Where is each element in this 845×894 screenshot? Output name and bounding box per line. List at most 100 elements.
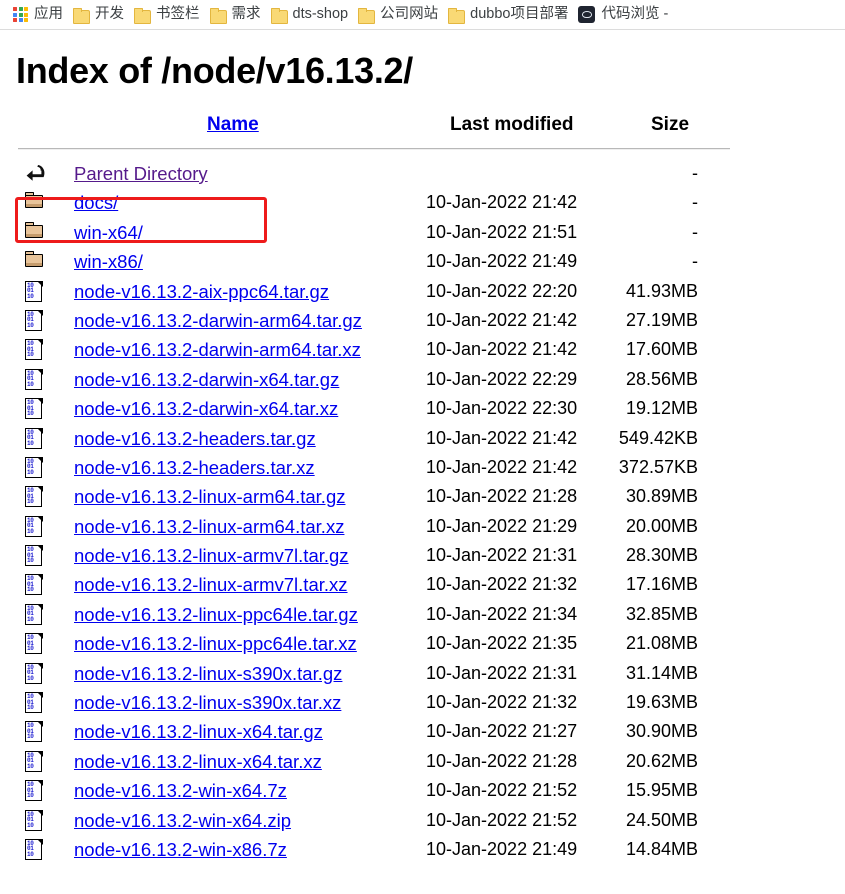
- listing-row: 10 01 10 node-v16.13.2-linux-x64.tar.gz 10-J…: [0, 717, 845, 746]
- folder-glyph: [24, 221, 46, 241]
- binary-file-icon: 10 01 10: [24, 485, 46, 508]
- entry-link[interactable]: node-v16.13.2-linux-s390x.tar.xz: [74, 688, 341, 717]
- entry-link[interactable]: win-x86/: [74, 247, 143, 276]
- binary-file-icon: 10 01 10: [24, 779, 46, 802]
- header-divider: [18, 148, 730, 150]
- listing-row: 10 01 10 node-v16.13.2-linux-armv7l.tar.gz 1…: [0, 541, 845, 570]
- entry-size: 21.08MB: [625, 633, 698, 654]
- entry-link[interactable]: node-v16.13.2-linux-x64.tar.xz: [74, 747, 322, 776]
- bookmark-item-6[interactable]: 公司网站: [355, 3, 445, 27]
- entry-link[interactable]: node-v16.13.2-headers.tar.gz: [74, 424, 316, 453]
- entry-link[interactable]: node-v16.13.2-linux-s390x.tar.gz: [74, 659, 342, 688]
- folder-icon: [209, 7, 227, 24]
- bookmark-item-2[interactable]: 开发: [70, 3, 131, 27]
- binary-file-glyph: 10 01 10: [24, 515, 44, 538]
- entry-link[interactable]: node-v16.13.2-darwin-x64.tar.xz: [74, 394, 338, 423]
- listing-row: 10 01 10 node-v16.13.2-headers.tar.gz 10-Jan…: [0, 424, 845, 453]
- listing-row: 10 01 10 node-v16.13.2-linux-ppc64le.tar.xz…: [0, 629, 845, 658]
- binary-file-glyph: 10 01 10: [24, 691, 44, 714]
- entry-size: -: [692, 192, 698, 213]
- entry-link[interactable]: node-v16.13.2-win-x86.7z: [74, 835, 287, 864]
- entry-link[interactable]: node-v16.13.2-linux-ppc64le.tar.gz: [74, 600, 358, 629]
- entry-link[interactable]: node-v16.13.2-win-x64.7z: [74, 776, 287, 805]
- entry-last-modified: 10-Jan-2022 21:28: [426, 750, 578, 771]
- folder-icon: [358, 7, 376, 24]
- entry-link[interactable]: node-v16.13.2-linux-armv7l.tar.gz: [74, 541, 349, 570]
- entry-size: 31.14MB: [625, 662, 698, 683]
- bookmark-label: 需求: [231, 6, 261, 23]
- bookmark-item-4[interactable]: 需求: [207, 3, 268, 27]
- binary-file-icon: 10 01 10: [24, 309, 46, 331]
- bookmark-label: 应用: [34, 6, 63, 23]
- listing-row: win-x86/10-Jan-2022 21:49 -: [0, 247, 845, 276]
- binary-file-icon: 10 01 10: [24, 750, 46, 772]
- entry-link[interactable]: node-v16.13.2-darwin-arm64.tar.xz: [74, 335, 361, 364]
- bookmark-item-1[interactable]: 应用: [10, 3, 70, 27]
- entry-link[interactable]: node-v16.13.2-linux-armv7l.tar.xz: [74, 570, 348, 599]
- entry-size: 27.19MB: [625, 309, 698, 330]
- binary-file-glyph: 10 01 10: [24, 368, 44, 391]
- bookmark-item-5[interactable]: dts-shop: [268, 3, 356, 27]
- entry-link[interactable]: node-v16.13.2-aix-ppc64.tar.gz: [74, 277, 329, 306]
- binary-file-icon: 10 01 10: [24, 280, 46, 302]
- binary-file-icon: 10 01 10: [24, 573, 46, 596]
- apps-grid-icon: [13, 7, 28, 22]
- entry-size: 19.12MB: [625, 398, 698, 419]
- entry-size: 20.00MB: [625, 515, 698, 536]
- entry-last-modified: 10-Jan-2022 21:42: [426, 192, 578, 213]
- site-icon: [578, 6, 596, 23]
- listing-row: 10 01 10 node-v16.13.2-win-x64.7z 10-Jan-202…: [0, 776, 845, 805]
- binary-file-glyph: 10 01 10: [24, 397, 44, 420]
- binary-file-icon: 10 01 10: [24, 456, 46, 478]
- bookmark-item-8[interactable]: 代码浏览 -: [575, 3, 675, 27]
- entry-link[interactable]: node-v16.13.2-darwin-x64.tar.gz: [74, 365, 339, 394]
- entry-last-modified: 10-Jan-2022 21:52: [426, 780, 578, 801]
- binary-file-icon: 10 01 10: [24, 603, 46, 625]
- entry-size: 15.95MB: [625, 780, 698, 801]
- listing-row: 10 01 10 node-v16.13.2-linux-s390x.tar.xz 10…: [0, 688, 845, 717]
- entry-size: 17.60MB: [625, 339, 698, 360]
- entry-size: 41.93MB: [625, 280, 698, 301]
- entry-link[interactable]: node-v16.13.2-linux-arm64.tar.gz: [74, 482, 345, 511]
- entry-last-modified: 10-Jan-2022 21:29: [426, 515, 578, 536]
- entry-size: 32.85MB: [625, 603, 698, 624]
- folder-glyph: [24, 191, 46, 211]
- column-header-size[interactable]: Size: [651, 114, 689, 136]
- folder-icon: [73, 7, 90, 24]
- entry-size: 30.90MB: [625, 721, 698, 742]
- listing-row: 10 01 10 node-v16.13.2-darwin-arm64.tar.gz 1…: [0, 306, 845, 335]
- column-header-name[interactable]: Name: [207, 114, 259, 136]
- listing-column-headers: Name Last modified Size: [0, 114, 845, 148]
- binary-file-icon: 10 01 10: [24, 691, 46, 714]
- listing-row: 10 01 10 node-v16.13.2-linux-arm64.tar.xz 10…: [0, 512, 845, 541]
- binary-file-glyph: 10 01 10: [24, 280, 44, 303]
- listing-row: 10 01 10 node-v16.13.2-darwin-arm64.tar.xz 1…: [0, 335, 845, 364]
- entry-link[interactable]: node-v16.13.2-win-x64.zip: [74, 806, 291, 835]
- listing-row: 10 01 10 node-v16.13.2-aix-ppc64.tar.gz 10-J…: [0, 277, 845, 306]
- binary-file-icon: 10 01 10: [24, 427, 46, 449]
- bookmark-item-7[interactable]: dubbo项目部署: [445, 3, 575, 27]
- bookmark-item-3[interactable]: 书签栏: [131, 3, 207, 27]
- entry-link[interactable]: win-x64/: [74, 218, 143, 247]
- entry-link[interactable]: Parent Directory: [74, 159, 208, 188]
- entry-link[interactable]: node-v16.13.2-linux-ppc64le.tar.xz: [74, 629, 357, 658]
- folder-icon: [134, 7, 151, 24]
- bookmark-label: 公司网站: [380, 6, 439, 23]
- entry-last-modified: 10-Jan-2022 21:31: [426, 662, 578, 683]
- folder-icon: [448, 7, 466, 24]
- entry-last-modified: 10-Jan-2022 22:30: [426, 398, 578, 419]
- entry-last-modified: 10-Jan-2022 21:32: [426, 692, 578, 713]
- entry-link[interactable]: node-v16.13.2-darwin-arm64.tar.gz: [74, 306, 362, 335]
- listing-row: 10 01 10 node-v16.13.2-win-x86.7z 10-Jan-202…: [0, 835, 845, 864]
- entry-link[interactable]: docs/: [74, 188, 118, 217]
- listing-row: 10 01 10 node-v16.13.2-darwin-x64.tar.xz 10-…: [0, 394, 845, 423]
- column-header-last-modified[interactable]: Last modified: [450, 114, 574, 136]
- entry-last-modified: 10-Jan-2022 21:42: [426, 427, 578, 448]
- entry-link[interactable]: node-v16.13.2-headers.tar.xz: [74, 453, 315, 482]
- bookmark-label: dts-shop: [292, 6, 349, 23]
- entry-link[interactable]: node-v16.13.2-linux-arm64.tar.xz: [74, 512, 344, 541]
- binary-file-icon: 10 01 10: [24, 338, 46, 361]
- entry-link[interactable]: node-v16.13.2-linux-x64.tar.gz: [74, 717, 323, 746]
- entry-size: -: [692, 221, 698, 242]
- folder-icon: [24, 221, 46, 243]
